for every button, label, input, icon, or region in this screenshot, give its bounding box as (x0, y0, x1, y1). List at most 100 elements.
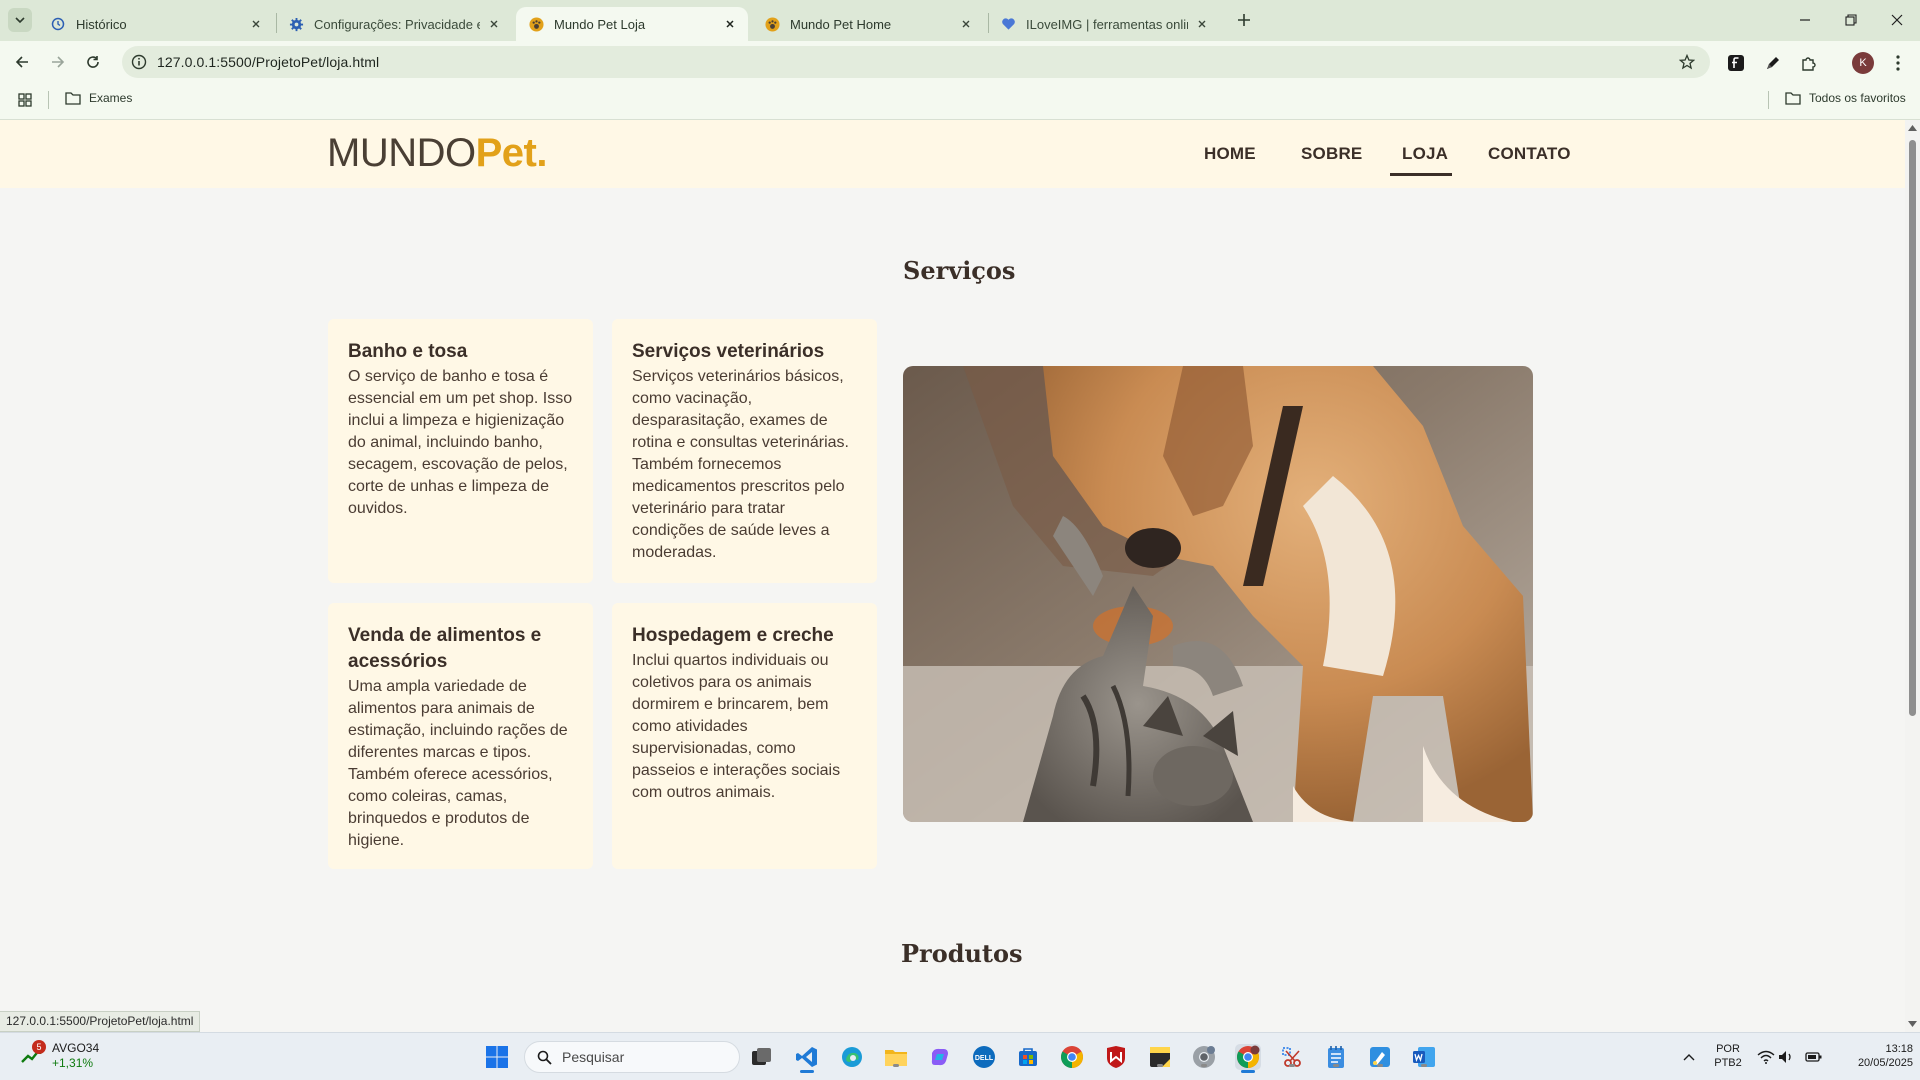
back-button[interactable] (9, 49, 35, 75)
apps-grid-icon[interactable] (17, 92, 33, 108)
service-card-banho: Banho e tosa O serviço de banho e tosa é… (328, 319, 593, 583)
nav-loja[interactable]: LOJA (1402, 144, 1448, 164)
bookmark-folder-exames[interactable]: Exames (65, 90, 132, 106)
notification-badge: 5 (32, 1040, 46, 1054)
snipping-tool-icon[interactable] (1279, 1044, 1305, 1070)
chrome-icon[interactable] (1059, 1044, 1085, 1070)
tab-title: Histórico (76, 16, 127, 32)
page-viewport: MUNDOPet. HOME SOBRE LOJA CONTATO Serviç… (0, 120, 1905, 1032)
volume-icon[interactable] (1773, 1044, 1799, 1070)
bookmark-separator (1768, 91, 1769, 109)
language-indicator[interactable]: POR PTB2 (1712, 1042, 1744, 1070)
nav-contato[interactable]: CONTATO (1488, 144, 1571, 164)
more-menu-icon[interactable] (1888, 53, 1908, 73)
dog-and-cat-photo (903, 366, 1533, 822)
bookmark-label: Todos os favoritos (1809, 91, 1906, 105)
battery-icon[interactable] (1801, 1044, 1827, 1070)
page-scrollbar[interactable] (1905, 120, 1920, 1032)
reload-button[interactable] (80, 49, 106, 75)
paint-icon[interactable] (1367, 1044, 1393, 1070)
close-icon[interactable] (722, 16, 738, 32)
extensions-puzzle-icon[interactable] (1799, 53, 1819, 73)
file-explorer-icon[interactable] (883, 1044, 909, 1070)
stock-text: AVGO34 +1,31% (52, 1041, 99, 1071)
close-window-button[interactable] (1882, 7, 1912, 33)
site-info-icon[interactable] (130, 53, 148, 71)
tab-mundo-pet-loja[interactable]: Mundo Pet Loja (516, 7, 748, 41)
tab-iloveimg[interactable]: ILoveIMG | ferramentas online p (988, 7, 1220, 41)
tab-title: Configurações: Privacidade e se (314, 16, 480, 32)
service-card-title: Serviços veterinários (632, 341, 825, 362)
browser-toolbar: 127.0.0.1:5500/ProjetoPet/loja.html K (0, 41, 1920, 81)
clock[interactable]: 13:18 20/05/2025 (1855, 1042, 1913, 1070)
clock-time: 13:18 (1885, 1043, 1913, 1055)
service-card-text: Uma ampla variedade de alimentos para an… (348, 678, 568, 849)
folder-icon (65, 90, 81, 106)
all-favorites-folder[interactable]: Todos os favoritos (1785, 90, 1906, 106)
service-card-hospedagem: Hospedagem e creche Inclui quartos indiv… (612, 603, 877, 869)
nav-sobre[interactable]: SOBRE (1301, 144, 1362, 164)
vscode-icon[interactable] (794, 1044, 820, 1073)
stock-widget[interactable]: 5 AVGO34 +1,31% (20, 1040, 99, 1071)
bookmark-separator (48, 91, 49, 109)
nav-home[interactable]: HOME (1204, 144, 1256, 164)
scroll-down-arrow-icon[interactable] (1908, 1020, 1917, 1028)
mcafee-icon[interactable] (1103, 1044, 1129, 1070)
new-tab-button[interactable] (1234, 9, 1254, 31)
minimize-icon (1800, 19, 1810, 21)
close-icon[interactable] (248, 16, 264, 32)
bookmark-star-icon[interactable] (1678, 53, 1696, 71)
history-icon (50, 16, 66, 32)
taskbar-search[interactable]: Pesquisar (524, 1041, 740, 1073)
extension-f-icon[interactable] (1726, 53, 1746, 73)
stock-chart-icon: 5 (20, 1040, 46, 1068)
minimize-button[interactable] (1790, 7, 1820, 33)
store-icon[interactable] (1015, 1044, 1041, 1070)
sticky-notes-icon[interactable] (1147, 1044, 1173, 1070)
close-icon[interactable] (958, 16, 974, 32)
tab-strip: Histórico Configurações: Privacidade e s… (0, 0, 1920, 41)
chrome-active-icon[interactable] (1235, 1044, 1261, 1073)
plus-icon (1238, 14, 1250, 26)
notepad-icon[interactable] (1323, 1044, 1349, 1070)
site-header: MUNDOPet. HOME SOBRE LOJA CONTATO (0, 120, 1905, 188)
bookmarks-bar: Exames Todos os favoritos (0, 81, 1920, 120)
products-title: Produtos (901, 939, 1023, 968)
tab-search-button[interactable] (8, 8, 32, 32)
scroll-thumb[interactable] (1909, 140, 1916, 716)
reload-icon (87, 56, 99, 68)
chevron-down-icon (15, 17, 25, 24)
forward-button[interactable] (45, 49, 71, 75)
tab-title: Mundo Pet Loja (554, 16, 646, 32)
close-icon[interactable] (486, 16, 502, 32)
arrow-left-icon (15, 56, 28, 68)
service-card-title: Hospedagem e creche (632, 625, 834, 646)
chrome-profile-icon[interactable] (1191, 1044, 1217, 1070)
dell-icon[interactable]: DELL (971, 1044, 997, 1070)
pen-icon[interactable] (1763, 53, 1783, 73)
restore-icon (1845, 14, 1857, 26)
tab-configuracoes[interactable]: Configurações: Privacidade e se (276, 7, 512, 41)
nav-active-underline (1390, 173, 1452, 176)
tab-mundo-pet-home[interactable]: Mundo Pet Home (752, 7, 984, 41)
service-card-title: Banho e tosa (348, 341, 468, 362)
language-code: POR (1716, 1043, 1740, 1055)
tab-historico[interactable]: Histórico (38, 7, 274, 41)
scroll-up-arrow-icon[interactable] (1908, 124, 1917, 132)
copilot-icon[interactable] (927, 1044, 953, 1070)
stock-change: +1,31% (52, 1056, 94, 1070)
profile-avatar[interactable]: K (1852, 52, 1874, 74)
edge-icon[interactable] (839, 1044, 865, 1070)
keyboard-layout: PTB2 (1714, 1057, 1742, 1069)
windows-logo-icon (486, 1046, 508, 1068)
chevron-up-icon[interactable] (1676, 1044, 1702, 1070)
site-logo[interactable]: MUNDOPet. (327, 131, 547, 176)
word-icon[interactable] (1411, 1044, 1437, 1070)
restore-button[interactable] (1836, 7, 1866, 33)
task-view-icon[interactable] (749, 1044, 775, 1070)
svg-text:DELL: DELL (975, 1055, 994, 1062)
start-button[interactable] (484, 1044, 510, 1070)
windows-taskbar: 5 AVGO34 +1,31% Pesquisar DELL POR PTB2 … (0, 1032, 1920, 1080)
address-bar[interactable]: 127.0.0.1:5500/ProjetoPet/loja.html (122, 46, 1710, 78)
close-icon[interactable] (1194, 16, 1210, 32)
